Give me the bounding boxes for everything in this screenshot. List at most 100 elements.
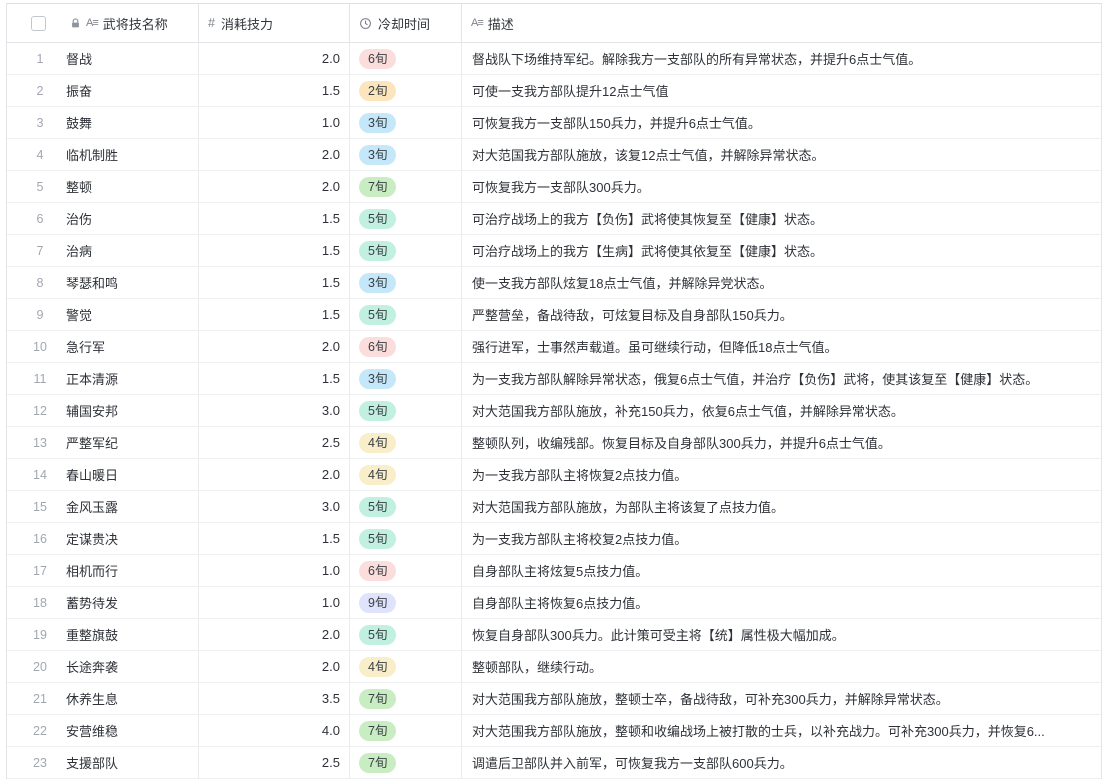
cell-desc[interactable]: 对大范国我方部队施放，该复12点士气值，并解除异常状态。: [462, 139, 1101, 170]
column-header-cooldown[interactable]: 冷却时间: [350, 4, 462, 42]
cell-cooldown[interactable]: 3旬: [350, 139, 462, 170]
skill-name[interactable]: 严整军纪: [66, 433, 118, 452]
cell-desc[interactable]: 可治疗战场上的我方【负伤】武将使其恢复至【健康】状态。: [462, 203, 1101, 234]
cell-desc[interactable]: 恢复自身部队300兵力。此计策可受主将【统】属性极大幅加成。: [462, 619, 1101, 650]
cell-cooldown[interactable]: 5旬: [350, 203, 462, 234]
table-row[interactable]: 6 治伤 1.5 5旬 可治疗战场上的我方【负伤】武将使其恢复至【健康】状态。: [7, 203, 1101, 235]
table-row[interactable]: 9 警觉 1.5 5旬 严整营垒，备战待敌，可炫复目标及自身部队150兵力。: [7, 299, 1101, 331]
skill-name[interactable]: 定谋贵决: [66, 529, 118, 548]
cooldown-badge[interactable]: 5旬: [359, 625, 396, 645]
cell-name[interactable]: 6 治伤: [7, 203, 199, 234]
cooldown-badge[interactable]: 6旬: [359, 337, 396, 357]
skill-name[interactable]: 临机制胜: [66, 145, 118, 164]
cell-cooldown[interactable]: 4旬: [350, 427, 462, 458]
cell-cost[interactable]: 2.0: [199, 459, 350, 490]
cell-cost[interactable]: 1.5: [199, 299, 350, 330]
cell-cooldown[interactable]: 5旬: [350, 299, 462, 330]
cooldown-badge[interactable]: 5旬: [359, 305, 396, 325]
cell-name[interactable]: 11 正本清源: [7, 363, 199, 394]
cell-cost[interactable]: 2.0: [199, 171, 350, 202]
cooldown-badge[interactable]: 5旬: [359, 241, 396, 261]
cooldown-badge[interactable]: 3旬: [359, 113, 396, 133]
cell-cost[interactable]: 2.0: [199, 651, 350, 682]
cell-name[interactable]: 8 琴瑟和鸣: [7, 267, 199, 298]
cell-desc[interactable]: 严整营垒，备战待敌，可炫复目标及自身部队150兵力。: [462, 299, 1101, 330]
cell-cooldown[interactable]: 7旬: [350, 747, 462, 778]
cell-cooldown[interactable]: 7旬: [350, 171, 462, 202]
cell-cooldown[interactable]: 5旬: [350, 523, 462, 554]
cell-cost[interactable]: 3.0: [199, 491, 350, 522]
cell-cooldown[interactable]: 5旬: [350, 619, 462, 650]
cell-cooldown[interactable]: 4旬: [350, 651, 462, 682]
skill-name[interactable]: 重整旗鼓: [66, 625, 118, 644]
cell-name[interactable]: 18 蓄势待发: [7, 587, 199, 618]
skill-name[interactable]: 急行军: [66, 337, 105, 356]
table-row[interactable]: 1 督战 2.0 6旬 督战队下场维持军纪。解除我方一支部队的所有异常状态，并提…: [7, 43, 1101, 75]
skill-name[interactable]: 休养生息: [66, 689, 118, 708]
cell-cost[interactable]: 2.5: [199, 747, 350, 778]
cell-desc[interactable]: 调遣后卫部队并入前军，可恢复我方一支部队600兵力。: [462, 747, 1101, 778]
cell-name[interactable]: 4 临机制胜: [7, 139, 199, 170]
cell-name[interactable]: 22 安营维稳: [7, 715, 199, 746]
cooldown-badge[interactable]: 3旬: [359, 369, 396, 389]
skill-name[interactable]: 督战: [66, 49, 92, 68]
table-row[interactable]: 10 急行军 2.0 6旬 强行进军，士事然声载道。虽可继续行动，但降低18点士…: [7, 331, 1101, 363]
skill-name[interactable]: 安营维稳: [66, 721, 118, 740]
cell-name[interactable]: 23 支援部队: [7, 747, 199, 778]
cooldown-badge[interactable]: 7旬: [359, 177, 396, 197]
table-row[interactable]: 21 休养生息 3.5 7旬 对大范围我方部队施放，整顿士卒，备战待敌，可补充3…: [7, 683, 1101, 715]
table-row[interactable]: 17 相机而行 1.0 6旬 自身部队主将炫复5点技力值。: [7, 555, 1101, 587]
cell-cooldown[interactable]: 3旬: [350, 363, 462, 394]
cooldown-badge[interactable]: 5旬: [359, 497, 396, 517]
cell-name[interactable]: 12 辅国安邦: [7, 395, 199, 426]
skill-name[interactable]: 金风玉露: [66, 497, 118, 516]
cell-name[interactable]: 19 重整旗鼓: [7, 619, 199, 650]
cooldown-badge[interactable]: 5旬: [359, 529, 396, 549]
cooldown-badge[interactable]: 4旬: [359, 433, 396, 453]
cell-cooldown[interactable]: 6旬: [350, 555, 462, 586]
cell-name[interactable]: 5 整顿: [7, 171, 199, 202]
cooldown-badge[interactable]: 9旬: [359, 593, 396, 613]
cell-desc[interactable]: 可恢复我方一支部队300兵力。: [462, 171, 1101, 202]
cell-desc[interactable]: 对大范围我方部队施放，整顿士卒，备战待敌，可补充300兵力，并解除异常状态。: [462, 683, 1101, 714]
cooldown-badge[interactable]: 7旬: [359, 721, 396, 741]
skill-name[interactable]: 蓄势待发: [66, 593, 118, 612]
cell-cost[interactable]: 1.0: [199, 555, 350, 586]
table-row[interactable]: 5 整顿 2.0 7旬 可恢复我方一支部队300兵力。: [7, 171, 1101, 203]
cell-cost[interactable]: 1.0: [199, 107, 350, 138]
table-row[interactable]: 8 琴瑟和鸣 1.5 3旬 使一支我方部队炫复18点士气值，并解除异党状态。: [7, 267, 1101, 299]
cooldown-badge[interactable]: 2旬: [359, 81, 396, 101]
cell-name[interactable]: 2 振奋: [7, 75, 199, 106]
cell-desc[interactable]: 为一支我方部队主将恢复2点技力值。: [462, 459, 1101, 490]
cell-desc[interactable]: 自身部队主将恢复6点技力值。: [462, 587, 1101, 618]
table-row[interactable]: 4 临机制胜 2.0 3旬 对大范国我方部队施放，该复12点士气值，并解除异常状…: [7, 139, 1101, 171]
skill-name[interactable]: 振奋: [66, 81, 92, 100]
cell-cooldown[interactable]: 5旬: [350, 395, 462, 426]
cell-desc[interactable]: 可恢复我方一支部队150兵力，并提升6点士气值。: [462, 107, 1101, 138]
cell-cost[interactable]: 1.5: [199, 363, 350, 394]
cell-name[interactable]: 3 鼓舞: [7, 107, 199, 138]
cell-cooldown[interactable]: 3旬: [350, 107, 462, 138]
skill-name[interactable]: 辅国安邦: [66, 401, 118, 420]
cell-desc[interactable]: 对大范国我方部队施放，为部队主将该复了点技力值。: [462, 491, 1101, 522]
cell-cooldown[interactable]: 4旬: [350, 459, 462, 490]
cell-cost[interactable]: 2.0: [199, 619, 350, 650]
skill-name[interactable]: 治伤: [66, 209, 92, 228]
table-row[interactable]: 15 金风玉露 3.0 5旬 对大范国我方部队施放，为部队主将该复了点技力值。: [7, 491, 1101, 523]
skill-name[interactable]: 支援部队: [66, 753, 118, 772]
cell-cost[interactable]: 3.5: [199, 683, 350, 714]
cell-name[interactable]: 14 春山暖日: [7, 459, 199, 490]
cell-desc[interactable]: 督战队下场维持军纪。解除我方一支部队的所有异常状态，并提升6点士气值。: [462, 43, 1101, 74]
cooldown-badge[interactable]: 6旬: [359, 49, 396, 69]
cell-name[interactable]: 9 警觉: [7, 299, 199, 330]
cell-name[interactable]: 13 严整军纪: [7, 427, 199, 458]
cooldown-badge[interactable]: 3旬: [359, 145, 396, 165]
cell-cooldown[interactable]: 5旬: [350, 235, 462, 266]
cell-desc[interactable]: 为一支我方部队解除异常状态，俄复6点士气值，并治疗【负伤】武将，使其该复至【健康…: [462, 363, 1101, 394]
cell-cooldown[interactable]: 5旬: [350, 491, 462, 522]
cell-cooldown[interactable]: 3旬: [350, 267, 462, 298]
skill-name[interactable]: 整顿: [66, 177, 92, 196]
column-header-desc[interactable]: A≡ 描述: [462, 4, 1101, 42]
table-row[interactable]: 19 重整旗鼓 2.0 5旬 恢复自身部队300兵力。此计策可受主将【统】属性极…: [7, 619, 1101, 651]
cell-cost[interactable]: 4.0: [199, 715, 350, 746]
